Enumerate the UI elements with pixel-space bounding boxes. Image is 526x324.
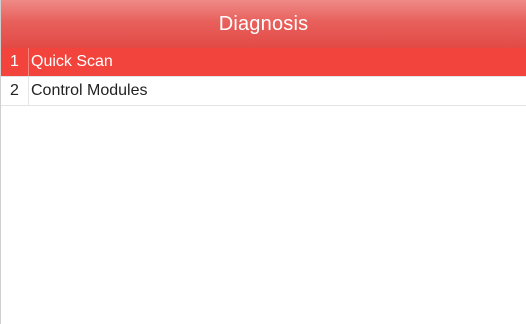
menu-list: 1 Quick Scan 2 Control Modules [1, 48, 526, 106]
diagnosis-screen: Diagnosis 1 Quick Scan 2 Control Modules [0, 0, 526, 324]
menu-item-label: Control Modules [31, 82, 148, 99]
menu-item-label: Quick Scan [31, 53, 113, 70]
menu-item-quick-scan[interactable]: 1 Quick Scan [1, 48, 526, 77]
title-bar: Diagnosis [1, 0, 526, 48]
page-title: Diagnosis [218, 12, 309, 35]
menu-item-control-modules[interactable]: 2 Control Modules [1, 77, 526, 106]
menu-item-number: 2 [1, 77, 29, 105]
menu-item-number: 1 [1, 48, 29, 76]
